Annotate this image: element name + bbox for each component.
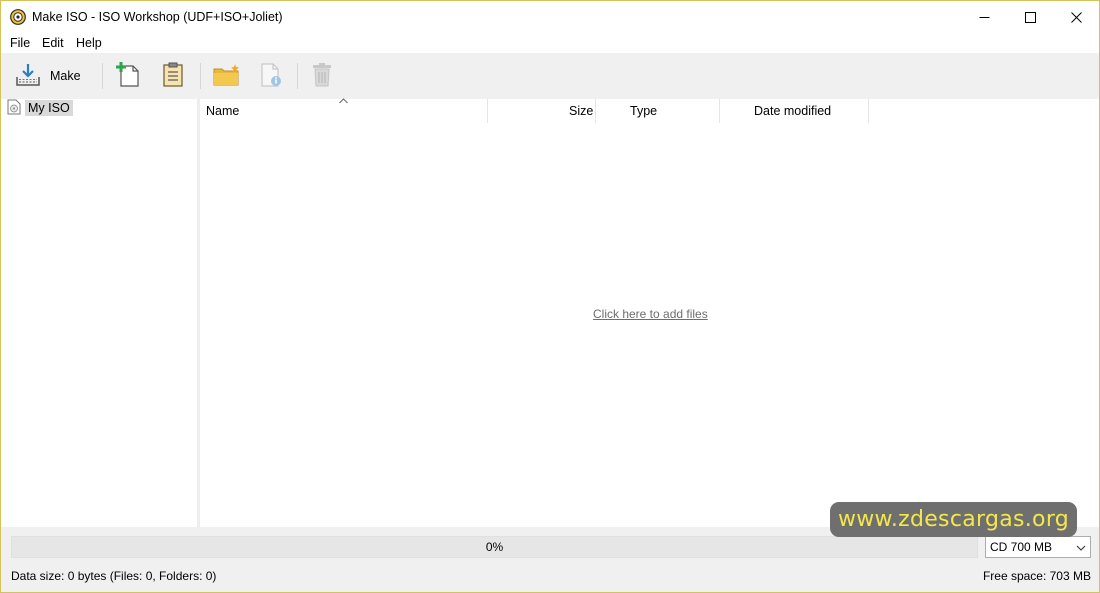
app-window: Make ISO - ISO Workshop (UDF+ISO+Joliet)… [0, 0, 1100, 593]
trash-icon [311, 62, 333, 91]
make-button[interactable]: Make [15, 62, 81, 90]
make-iso-icon [15, 63, 41, 90]
toolbar-separator [297, 63, 298, 89]
sort-ascending-icon [339, 96, 348, 107]
column-divider[interactable] [595, 99, 596, 123]
menu-file[interactable]: File [10, 36, 30, 50]
properties-button[interactable] [259, 62, 283, 90]
column-header-name[interactable]: Name [206, 99, 239, 123]
column-header-date-modified[interactable]: Date modified [754, 99, 831, 123]
clipboard-icon [161, 62, 185, 91]
watermark-text: www.zdescargas.org [837, 507, 1070, 532]
minimize-button[interactable] [961, 1, 1007, 33]
add-file-button[interactable] [115, 61, 141, 91]
watermark: www.zdescargas.org [830, 502, 1077, 537]
file-info-icon [259, 62, 283, 91]
disc-icon [10, 9, 26, 25]
progress-bar: 0% [11, 536, 978, 558]
new-file-plus-icon [115, 61, 141, 91]
menu-bar: File Edit Help [1, 33, 1099, 53]
toolbar: Make [1, 53, 1099, 99]
column-divider[interactable] [487, 99, 488, 123]
data-size-status: Data size: 0 bytes (Files: 0, Folders: 0… [11, 569, 217, 583]
column-header-type[interactable]: Type [630, 99, 657, 123]
toolbar-separator [200, 63, 201, 89]
progress-text: 0% [485, 540, 504, 554]
toolbar-separator [102, 63, 103, 89]
media-size-select[interactable]: CD 700 MB [985, 536, 1091, 558]
new-folder-button[interactable] [213, 62, 241, 90]
window-title: Make ISO - ISO Workshop (UDF+ISO+Joliet) [32, 10, 283, 24]
tree-item-root[interactable]: My ISO [7, 99, 73, 117]
folder-tree[interactable]: My ISO [1, 99, 197, 527]
column-divider[interactable] [868, 99, 869, 123]
maximize-button[interactable] [1007, 1, 1053, 33]
free-space-status: Free space: 703 MB [982, 569, 1091, 583]
close-button[interactable] [1053, 1, 1099, 33]
make-label: Make [50, 69, 81, 83]
chevron-down-icon [1076, 542, 1086, 556]
disc-icon [7, 99, 21, 118]
title-bar[interactable]: Make ISO - ISO Workshop (UDF+ISO+Joliet) [1, 1, 1099, 33]
menu-edit[interactable]: Edit [42, 36, 64, 50]
column-divider[interactable] [719, 99, 720, 123]
add-files-link[interactable]: Click here to add files [593, 307, 708, 321]
new-folder-icon [213, 63, 241, 90]
minimize-icon [979, 16, 989, 18]
paste-button[interactable] [161, 62, 185, 90]
column-header-size[interactable]: Size [569, 99, 593, 123]
maximize-icon [1024, 11, 1036, 23]
menu-help[interactable]: Help [76, 36, 102, 50]
delete-button[interactable] [311, 62, 333, 90]
media-size-value: CD 700 MB [990, 540, 1053, 554]
tree-item-label: My ISO [25, 100, 73, 116]
file-list[interactable]: Name Size Type Date modified Click here … [200, 96, 1099, 527]
close-icon [1070, 11, 1082, 23]
